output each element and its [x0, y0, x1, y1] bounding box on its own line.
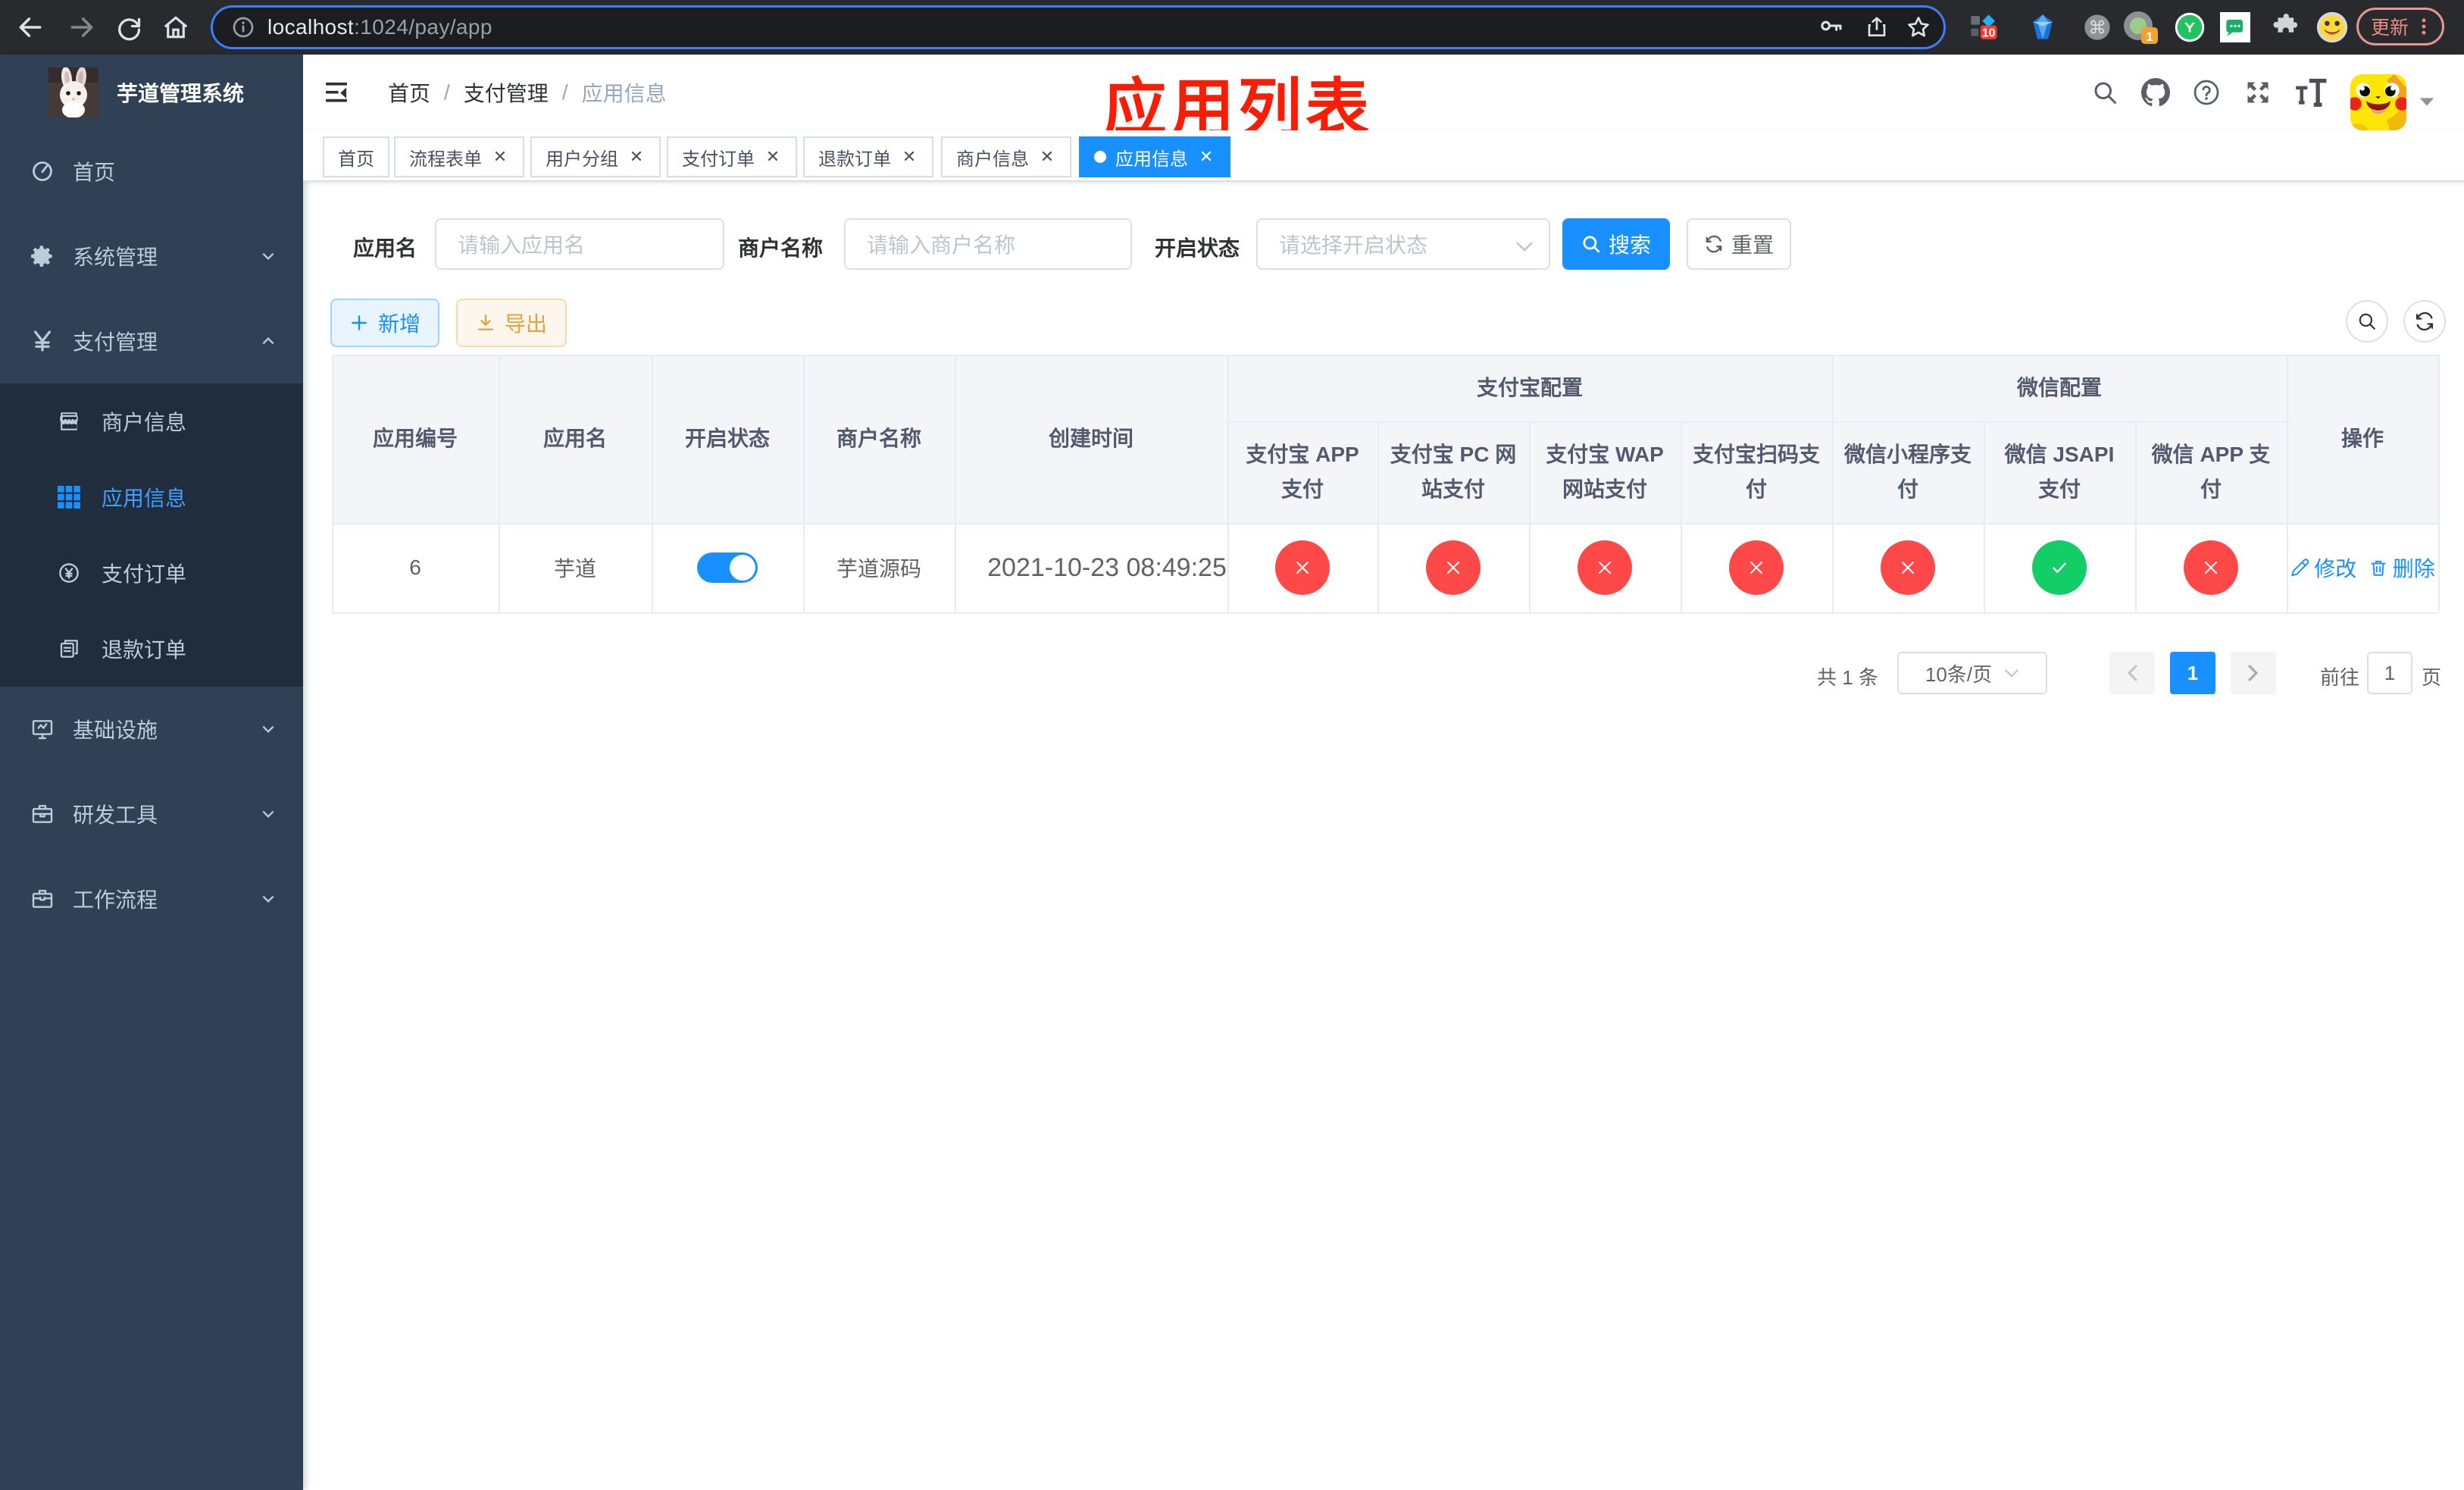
svg-text:10: 10 [1982, 27, 1996, 39]
svg-text:⌘: ⌘ [2088, 17, 2106, 37]
svg-text:1: 1 [2146, 30, 2153, 44]
